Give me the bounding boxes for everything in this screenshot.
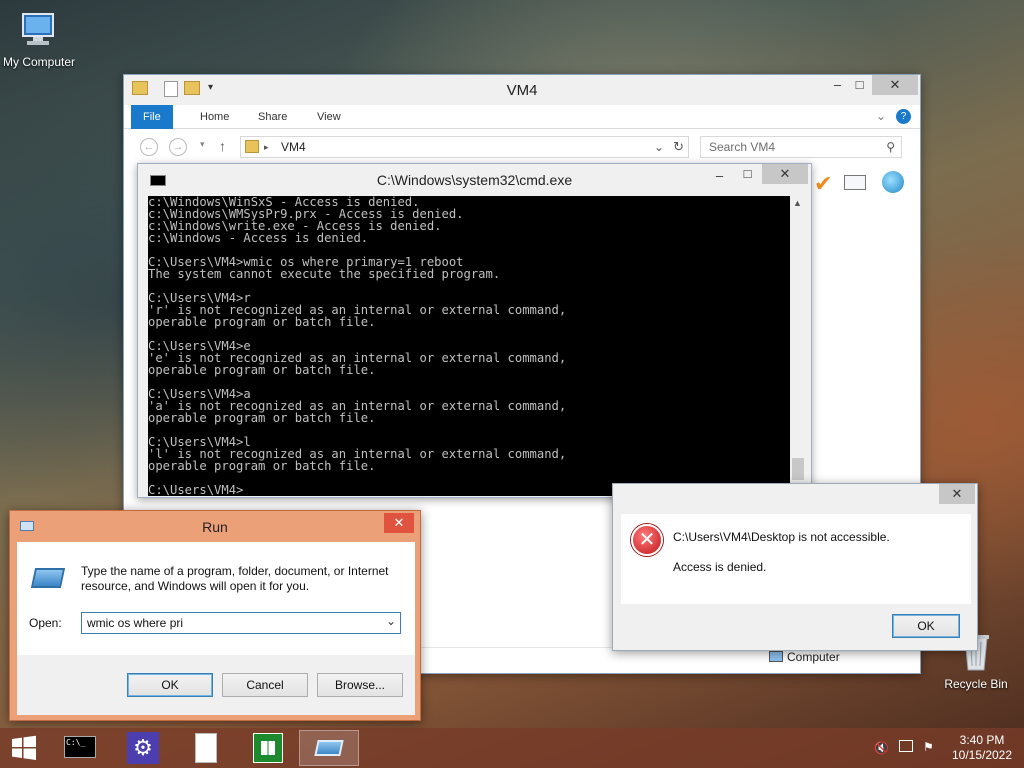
forward-icon[interactable]: →: [169, 138, 187, 156]
run-title: Run: [202, 519, 228, 535]
run-program-icon: [314, 740, 344, 756]
clock-time: 3:40 PM: [959, 733, 1005, 747]
error-dialog: ✕ ✕ C:\Users\VM4\Desktop is not accessib…: [612, 483, 978, 651]
open-label: Open:: [29, 616, 62, 630]
address-text: VM4: [281, 140, 306, 154]
back-icon[interactable]: ←: [140, 138, 158, 156]
browse-button[interactable]: Browse...: [317, 673, 403, 697]
desktop-icon-label: Recycle Bin: [944, 677, 1008, 691]
scroll-thumb[interactable]: [792, 458, 804, 480]
globe-icon[interactable]: [882, 171, 904, 193]
tab-share[interactable]: Share: [246, 105, 299, 129]
scroll-up-icon[interactable]: ▲: [793, 198, 802, 208]
maximize-button[interactable]: □: [734, 164, 761, 184]
console-line: operable program or batch file.: [148, 363, 376, 377]
gear-icon: ⚙: [127, 732, 159, 764]
address-bar[interactable]: ▸ VM4 ⌄ ↻: [240, 136, 689, 158]
console-scrollbar[interactable]: ▲ ▼: [790, 196, 806, 496]
ribbon-tabs: File Home Share View ⌄ ?: [124, 105, 920, 129]
tab-file[interactable]: File: [131, 105, 173, 129]
taskbar-document[interactable]: [175, 730, 235, 766]
chevron-down-icon[interactable]: ⌄: [876, 109, 886, 123]
console-output[interactable]: c:\Windows\WinSxS - Access is denied. c:\…: [148, 196, 790, 496]
up-icon[interactable]: ↑: [219, 138, 226, 154]
run-footer: OK Cancel Browse...: [17, 655, 415, 715]
windows-logo-icon: [12, 735, 36, 760]
run-program-icon: [30, 568, 66, 588]
error-body: ✕ C:\Users\VM4\Desktop is not accessible…: [621, 514, 971, 604]
run-description: Type the name of a program, folder, docu…: [81, 564, 389, 593]
minimize-button[interactable]: –: [706, 166, 733, 186]
open-input[interactable]: wmic os where pri: [87, 616, 183, 630]
run-body: Type the name of a program, folder, docu…: [17, 542, 415, 715]
error-icon: ✕: [631, 524, 663, 556]
folder-icon: [245, 140, 259, 153]
chevron-down-icon[interactable]: ⌄: [386, 614, 396, 628]
chevron-down-icon[interactable]: ⌄: [654, 137, 664, 157]
help-icon[interactable]: ?: [896, 109, 911, 124]
open-combobox[interactable]: wmic os where pri ⌄: [81, 612, 401, 634]
status-item-computer[interactable]: Computer: [787, 650, 840, 664]
action-center-icon[interactable]: ⚑: [923, 740, 934, 754]
computer-icon: [769, 651, 783, 662]
search-placeholder: Search VM4: [709, 140, 776, 154]
windows-logo-icon: [261, 741, 275, 755]
document-icon: [195, 733, 217, 763]
recent-locations-icon[interactable]: ▾: [200, 139, 205, 150]
close-button[interactable]: ✕: [762, 164, 808, 184]
ok-button[interactable]: OK: [892, 614, 960, 638]
console-line: operable program or batch file.: [148, 315, 376, 329]
tab-home[interactable]: Home: [188, 105, 241, 129]
computer-icon: [17, 8, 61, 52]
clock[interactable]: 3:40 PM 10/15/2022: [944, 733, 1020, 763]
explorer-titlebar[interactable]: ▾ VM4 – □ ✕: [124, 75, 920, 105]
search-input[interactable]: Search VM4 ⚲: [700, 136, 902, 158]
search-icon[interactable]: ⚲: [886, 137, 895, 157]
close-button[interactable]: ✕: [872, 75, 918, 95]
close-button[interactable]: ✕: [939, 484, 975, 504]
clock-date: 10/15/2022: [951, 748, 1013, 762]
run-dialog: Run ✕ Type the name of a program, folder…: [9, 510, 421, 721]
error-message: C:\Users\VM4\Desktop is not accessible.: [673, 530, 890, 544]
taskbar-store[interactable]: [237, 730, 297, 766]
console-line: The system cannot execute the specified …: [148, 267, 501, 281]
ok-button[interactable]: OK: [127, 673, 213, 697]
error-detail: Access is denied.: [673, 560, 767, 574]
cmd-window: C:\Windows\system32\cmd.exe – □ ✕ c:\Win…: [137, 163, 812, 498]
network-icon[interactable]: [899, 740, 913, 752]
close-button[interactable]: ✕: [384, 513, 414, 533]
taskbar-cmd[interactable]: C:\_: [50, 730, 110, 766]
address-row: ← → ▾ ↑ ▸ VM4 ⌄ ↻ Search VM4 ⚲: [124, 133, 920, 161]
console-line: operable program or batch file.: [148, 459, 376, 473]
window-title: VM4: [506, 82, 538, 99]
display-icon[interactable]: [844, 175, 866, 190]
checkmark-icon[interactable]: ✔: [814, 171, 832, 197]
desktop-icon-my-computer[interactable]: My Computer: [0, 8, 78, 69]
refresh-icon[interactable]: ↻: [673, 137, 684, 157]
cmd-icon: C:\_: [64, 736, 96, 758]
taskbar-run[interactable]: [299, 730, 359, 766]
taskbar-settings[interactable]: ⚙: [113, 730, 173, 766]
tab-view[interactable]: View: [305, 105, 353, 129]
chevron-right-icon: ▸: [264, 142, 269, 152]
maximize-button[interactable]: □: [846, 75, 873, 95]
taskbar: C:\_ ⚙ 🔇 ⚑ 3:40 PM 10/15/2022: [0, 728, 1024, 768]
cancel-button[interactable]: Cancel: [222, 673, 308, 697]
volume-muted-icon[interactable]: 🔇: [874, 741, 889, 755]
cmd-titlebar[interactable]: C:\Windows\system32\cmd.exe – □ ✕: [138, 164, 811, 196]
desktop-icon-label: My Computer: [2, 55, 76, 69]
start-button[interactable]: [0, 730, 48, 766]
console-line: c:\Windows - Access is denied.: [148, 231, 369, 245]
console-line: operable program or batch file.: [148, 411, 376, 425]
